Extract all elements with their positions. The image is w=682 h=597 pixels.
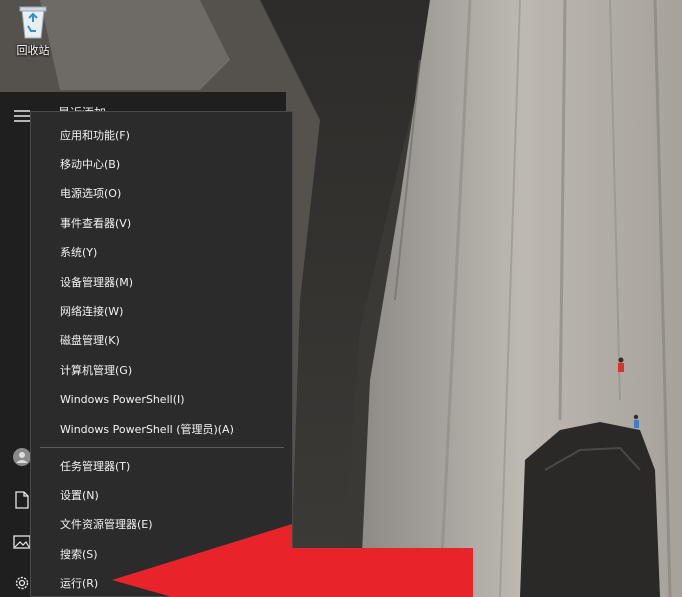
menu-item-apps-features[interactable]: 应用和功能(F) [31, 121, 292, 150]
menu-item-network-connections[interactable]: 网络连接(W) [31, 297, 292, 326]
menu-item-powershell[interactable]: Windows PowerShell(I) [31, 385, 292, 414]
menu-item-file-explorer[interactable]: 文件资源管理器(E) [31, 510, 292, 539]
menu-item-run[interactable]: 运行(R) [31, 569, 292, 597]
menu-item-settings[interactable]: 设置(N) [31, 481, 292, 510]
recycle-bin-shortcut[interactable]: 回收站 [8, 4, 58, 58]
hamburger-icon[interactable] [12, 106, 32, 126]
menu-item-computer-management[interactable]: 计算机管理(G) [31, 356, 292, 385]
menu-item-device-manager[interactable]: 设备管理器(M) [31, 268, 292, 297]
pictures-icon[interactable] [12, 532, 32, 552]
menu-item-system[interactable]: 系统(Y) [31, 238, 292, 267]
winx-context-menu: 应用和功能(F) 移动中心(B) 电源选项(O) 事件查看器(V) 系统(Y) … [30, 111, 293, 597]
menu-separator [40, 447, 284, 448]
settings-gear-icon[interactable] [12, 573, 32, 593]
user-avatar-icon[interactable] [12, 447, 32, 467]
menu-item-power-options[interactable]: 电源选项(O) [31, 179, 292, 208]
desktop: 回收站 最近添加 应用和功能(F) 移动中心(B) 电源选项(O) 事 [0, 0, 682, 597]
document-icon[interactable] [12, 490, 32, 510]
menu-item-powershell-admin[interactable]: Windows PowerShell (管理员)(A) [31, 415, 292, 444]
recycle-bin-label: 回收站 [16, 44, 50, 57]
menu-item-task-manager[interactable]: 任务管理器(T) [31, 452, 292, 481]
menu-item-disk-management[interactable]: 磁盘管理(K) [31, 326, 292, 355]
menu-item-mobility-center[interactable]: 移动中心(B) [31, 150, 292, 179]
menu-item-event-viewer[interactable]: 事件查看器(V) [31, 209, 292, 238]
recycle-bin-icon [19, 6, 47, 39]
menu-item-search[interactable]: 搜索(S) [31, 540, 292, 569]
